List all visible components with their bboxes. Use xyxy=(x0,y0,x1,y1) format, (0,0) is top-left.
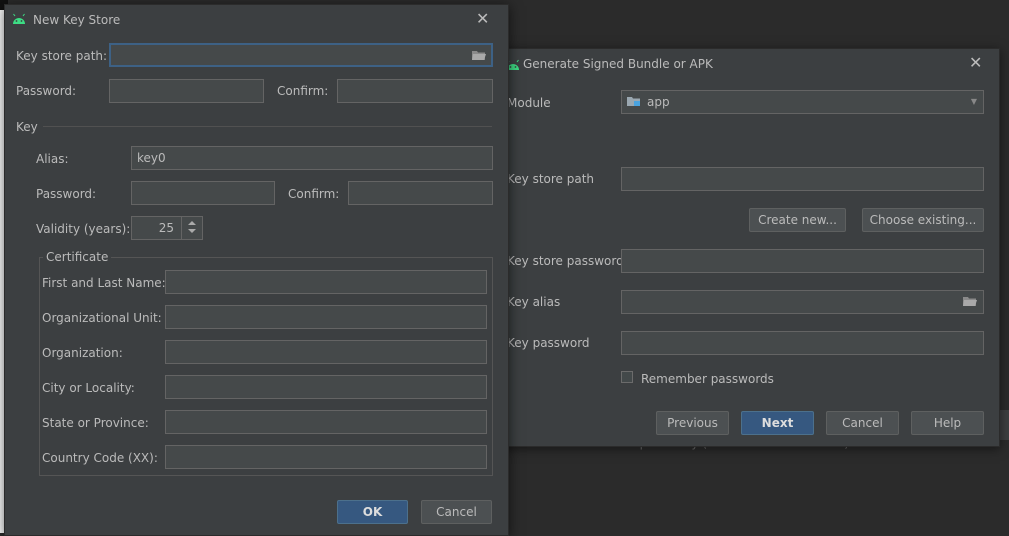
new-key-store-dialog: New Key Store ✕ Key store path: Password… xyxy=(4,4,509,536)
folder-icon[interactable] xyxy=(472,50,486,61)
key-section-separator xyxy=(43,126,492,127)
android-icon xyxy=(13,13,25,24)
ok-button[interactable]: OK xyxy=(337,500,408,524)
city-input[interactable] xyxy=(165,375,487,399)
key-alias-input[interactable] xyxy=(621,290,984,314)
validity-label: Validity (years): xyxy=(36,222,131,236)
key-store-path-label: Key store path xyxy=(507,172,595,186)
password-input[interactable] xyxy=(109,79,264,103)
key-store-password-label: Key store password xyxy=(507,254,624,268)
org-unit-input[interactable] xyxy=(165,305,487,329)
organization-label: Organization: xyxy=(42,346,123,360)
key-store-password-input[interactable] xyxy=(621,249,984,273)
generate-signed-dialog: Generate Signed Bundle or APK ✕ Module a… xyxy=(496,48,1000,447)
previous-button[interactable]: Previous xyxy=(656,411,729,435)
module-select[interactable]: app ▼ xyxy=(621,90,984,114)
city-label: City or Locality: xyxy=(42,381,135,395)
dialog-title: Generate Signed Bundle or APK xyxy=(523,57,713,71)
key-password-input[interactable] xyxy=(621,331,984,355)
country-input[interactable] xyxy=(165,445,487,469)
module-value: app xyxy=(647,95,670,109)
first-last-name-input[interactable] xyxy=(165,270,487,294)
module-folder-icon xyxy=(627,97,640,106)
confirm-label: Confirm: xyxy=(277,84,329,98)
key-alias-label: Key alias xyxy=(507,295,561,309)
first-last-name-label: First and Last Name: xyxy=(42,276,166,290)
key-store-path-input[interactable] xyxy=(109,43,493,67)
organization-input[interactable] xyxy=(165,340,487,364)
key-confirm-label: Confirm: xyxy=(288,187,340,201)
key-confirm-input[interactable] xyxy=(348,181,493,205)
password-label: Password: xyxy=(16,84,77,98)
key-password-input[interactable] xyxy=(131,181,275,205)
cancel-button[interactable]: Cancel xyxy=(421,500,492,524)
key-password-label: Key password xyxy=(507,336,590,350)
certificate-label: Certificate xyxy=(43,250,112,264)
dialog-title: New Key Store xyxy=(33,13,121,27)
validity-spinner[interactable]: 25 xyxy=(131,216,203,240)
choose-existing-button[interactable]: Choose existing... xyxy=(862,208,984,232)
spinner-arrows-icon[interactable] xyxy=(181,216,202,240)
validity-value: 25 xyxy=(158,221,174,235)
org-unit-label: Organizational Unit: xyxy=(42,311,162,325)
key-section-label: Key xyxy=(16,120,38,134)
module-label: Module xyxy=(507,96,551,110)
key-store-path-label: Key store path: xyxy=(16,49,108,63)
key-password-label: Password: xyxy=(36,187,97,201)
next-button[interactable]: Next xyxy=(741,411,814,435)
country-label: Country Code (XX): xyxy=(42,451,158,465)
alias-input[interactable]: key0 xyxy=(131,146,493,170)
state-input[interactable] xyxy=(165,410,487,434)
key-store-path-input[interactable] xyxy=(621,167,984,191)
chevron-down-icon: ▼ xyxy=(970,97,977,106)
remember-passwords-label: Remember passwords xyxy=(641,372,774,386)
help-button[interactable]: Help xyxy=(911,411,984,435)
cancel-button[interactable]: Cancel xyxy=(826,411,899,435)
remember-passwords-checkbox[interactable] xyxy=(621,371,633,383)
close-icon[interactable]: ✕ xyxy=(476,11,489,27)
folder-icon[interactable] xyxy=(963,296,977,307)
alias-label: Alias: xyxy=(36,152,69,166)
confirm-input[interactable] xyxy=(337,79,493,103)
state-label: State or Province: xyxy=(42,416,149,430)
create-new-button[interactable]: Create new... xyxy=(749,208,846,232)
close-icon[interactable]: ✕ xyxy=(969,55,982,71)
